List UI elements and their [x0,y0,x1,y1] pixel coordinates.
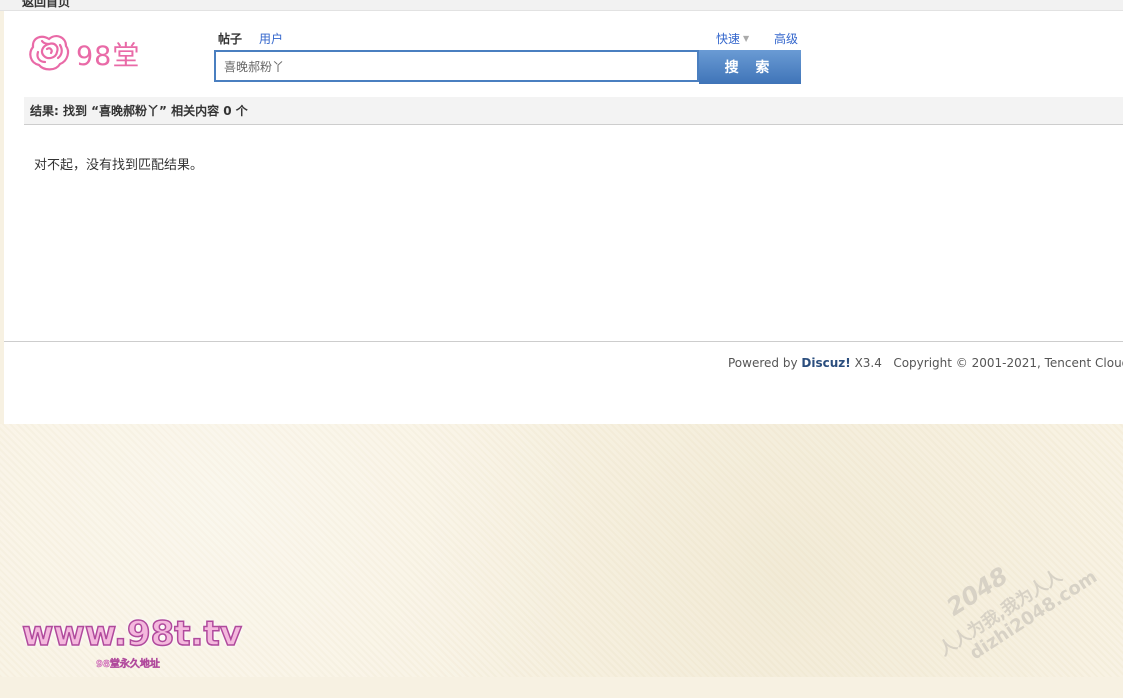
quick-search-dropdown[interactable]: 快速 ▼ [716,30,749,47]
tab-users[interactable]: 用户 [259,30,283,47]
search-bar: 搜 索 [214,50,801,84]
powered-by-label: Powered by [728,356,798,370]
search-button[interactable]: 搜 索 [699,50,801,84]
logo-text: 98堂 [76,40,141,72]
tab-posts[interactable]: 帖子 [218,30,242,56]
footer-divider [4,341,1123,342]
caret-down-icon: ▼ [743,34,750,43]
site-url-watermark: www.98t.tv [21,613,242,655]
site-url-subtitle: 98堂永久地址 [96,659,160,670]
back-home-link[interactable]: 返回首页 [22,0,70,10]
advanced-search-link[interactable]: 高级 [774,30,798,47]
quick-label: 快速 [716,32,741,46]
search-input[interactable] [214,50,699,82]
rose-icon [26,31,72,76]
footer: Powered by Discuz! X3.4 Copyright © 2001… [728,356,1123,370]
site-logo[interactable]: 98堂 [26,31,146,75]
top-toolbar: 返回首页 [0,0,1123,11]
empty-result-message: 对不起，没有找到匹配结果。 [34,158,204,173]
copyright-text: Copyright © 2001-2021, Tencent Cloud. [893,356,1123,370]
version-label: X3.4 [854,356,882,370]
discuz-link[interactable]: Discuz! [801,356,850,370]
result-summary: 结果: 找到 “喜晚郝粉丫” 相关内容 0 个 [24,97,1123,125]
